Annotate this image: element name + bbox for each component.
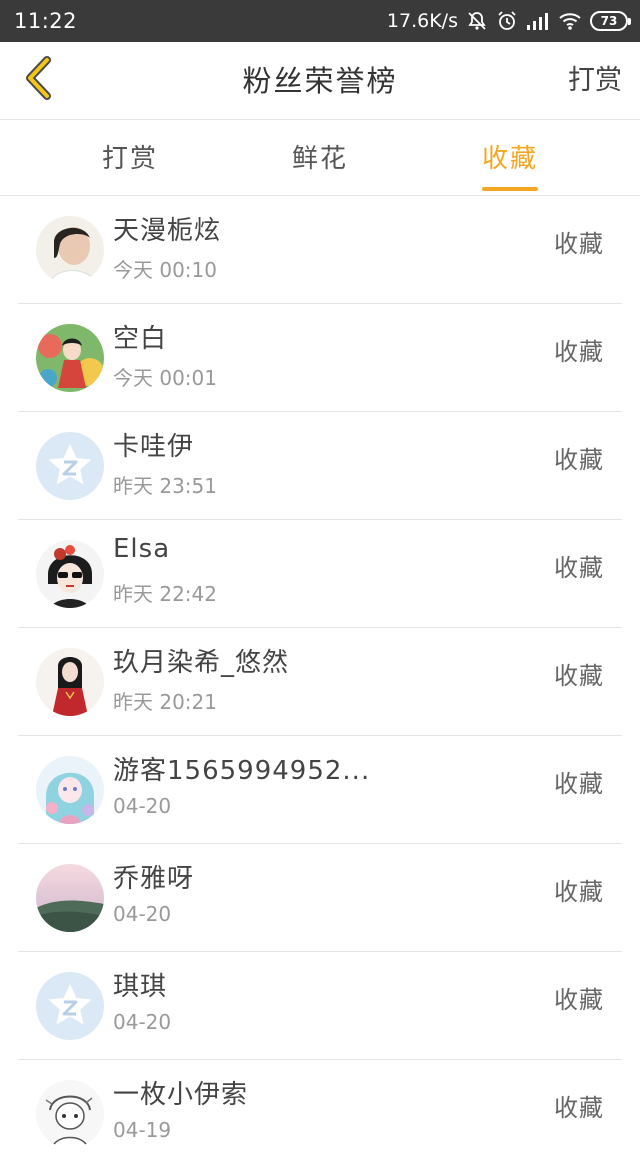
- fan-action-label: 收藏: [554, 338, 604, 366]
- status-time: 11:22: [14, 9, 78, 33]
- fan-action-label: 收藏: [554, 878, 604, 906]
- fan-time: 04-20: [113, 794, 172, 818]
- fan-name: Elsa: [113, 534, 171, 564]
- fan-time: 04-20: [113, 902, 172, 926]
- status-indicators: 17.6K/s 73: [386, 10, 631, 32]
- battery-icon: 73: [590, 11, 631, 31]
- list-item[interactable]: 天漫栀炫 今天 00:10 收藏: [18, 196, 622, 304]
- fan-time: 今天 00:01: [113, 366, 217, 390]
- fan-action-label: 收藏: [554, 986, 604, 1014]
- fan-action-label: 收藏: [554, 446, 604, 474]
- fan-name: 乔雅呀: [113, 864, 195, 894]
- fan-time: 04-20: [113, 1010, 172, 1034]
- alarm-icon: [496, 10, 518, 32]
- list-item[interactable]: 游客1565994952... 04-20 收藏: [18, 736, 622, 844]
- fan-name: 天漫栀炫: [113, 216, 222, 246]
- wifi-icon: [558, 11, 582, 31]
- avatar: [36, 864, 104, 932]
- fan-time: 昨天 20:21: [113, 690, 217, 714]
- default-avatar-icon: [36, 972, 104, 1040]
- list-item[interactable]: Elsa 昨天 22:42 收藏: [18, 520, 622, 628]
- status-bar: 11:22 17.6K/s 73: [0, 0, 640, 42]
- list-item[interactable]: 卡哇伊 昨天 23:51 收藏: [18, 412, 622, 520]
- fan-action-label: 收藏: [554, 1094, 604, 1122]
- nav-header: 粉丝荣誉榜 打赏: [0, 42, 640, 120]
- avatar: [36, 324, 104, 392]
- tab-flowers[interactable]: 鲜花: [260, 120, 380, 195]
- tab-favorites[interactable]: 收藏: [450, 120, 570, 195]
- list-item[interactable]: 空白 今天 00:01 收藏: [18, 304, 622, 412]
- fan-name: 卡哇伊: [113, 432, 195, 462]
- tab-bar: 打赏 鲜花 收藏: [0, 120, 640, 196]
- fan-name: 琪琪: [113, 972, 168, 1002]
- fan-name: 玖月染希_悠然: [113, 648, 290, 678]
- list-item[interactable]: 玖月染希_悠然 昨天 20:21 收藏: [18, 628, 622, 736]
- fan-name: 游客1565994952...: [113, 756, 371, 786]
- fan-action-label: 收藏: [554, 554, 604, 582]
- fan-action-label: 收藏: [554, 662, 604, 690]
- signal-icon: [526, 11, 550, 31]
- fan-time: 今天 00:10: [113, 258, 217, 282]
- default-avatar-icon: [36, 432, 104, 500]
- reward-button[interactable]: 打赏: [568, 42, 622, 120]
- network-speed: 17.6K/s: [386, 10, 458, 32]
- fan-name: 空白: [113, 324, 168, 354]
- tab-reward[interactable]: 打赏: [70, 120, 190, 195]
- fan-name: 一枚小伊索: [113, 1080, 249, 1110]
- avatar: [36, 756, 104, 824]
- avatar: [36, 216, 104, 284]
- avatar: [36, 540, 104, 608]
- fan-action-label: 收藏: [554, 230, 604, 258]
- fan-time: 昨天 22:42: [113, 582, 217, 606]
- list-item[interactable]: 乔雅呀 04-20 收藏: [18, 844, 622, 952]
- mute-bell-icon: [466, 10, 488, 32]
- list-item[interactable]: 一枚小伊索 04-19 收藏: [18, 1060, 622, 1168]
- page-title: 粉丝荣誉榜: [242, 64, 398, 98]
- fan-time: 04-19: [113, 1118, 172, 1142]
- list-item[interactable]: 琪琪 04-20 收藏: [18, 952, 622, 1060]
- fan-list: 天漫栀炫 今天 00:10 收藏 空白 今天 00:01 收藏 卡哇伊 昨天 2…: [0, 196, 640, 1168]
- fan-time: 昨天 23:51: [113, 474, 217, 498]
- avatar: [36, 648, 104, 716]
- fan-action-label: 收藏: [554, 770, 604, 798]
